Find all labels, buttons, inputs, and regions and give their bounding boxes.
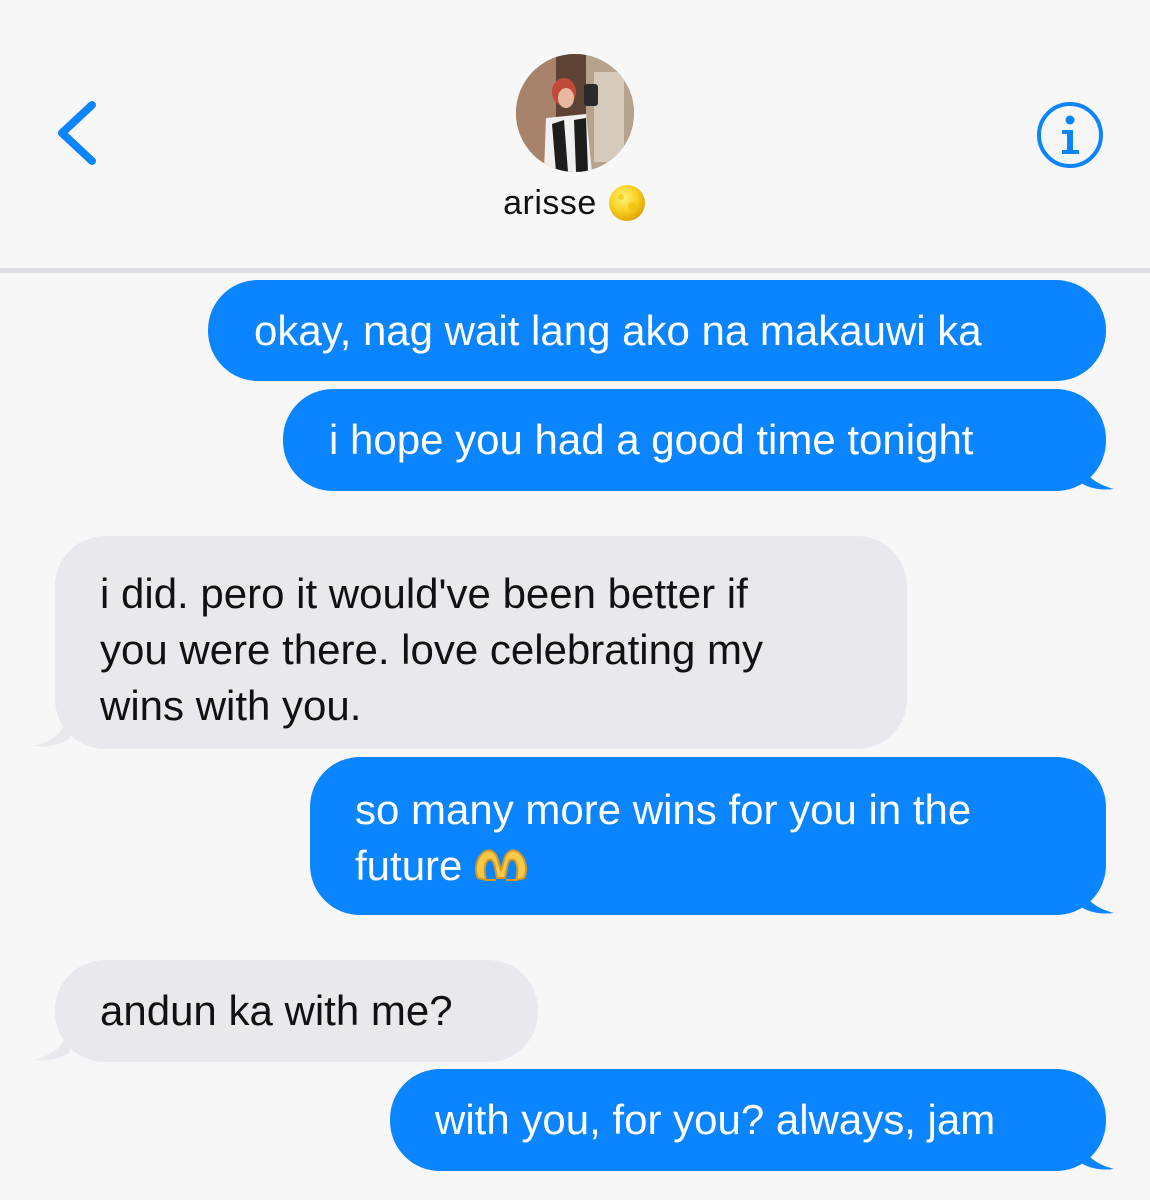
info-button[interactable] [1035,100,1105,170]
message-text: andun ka with me? [100,987,453,1034]
message-line: so many more wins for you in the [355,786,972,833]
back-button[interactable] [48,95,118,175]
message-line: you were there. love celebrating my [100,626,763,673]
message-text: with you, for you? always, jam [435,1096,996,1143]
message-bubble-sent[interactable]: so many more wins for you in the future [310,757,1106,915]
heart-hands-emoji-icon [475,849,528,882]
message-line-with-emoji: future [355,838,1061,894]
bubble-tail [1078,1133,1114,1170]
message-bubble-received[interactable]: i did. pero it would've been better if y… [55,536,907,749]
header-divider [0,268,1150,273]
conversation-header: arisse [0,0,1150,270]
contact-name: arisse [503,183,597,222]
bubble-tail [34,1024,70,1061]
contact-name-row[interactable]: arisse [0,183,1150,233]
contact-avatar[interactable] [516,54,634,172]
message-text: okay, nag wait lang ako na makauwi ka [254,307,982,354]
message-line: i did. pero it would've been better if [100,570,748,617]
message-bubble-sent[interactable]: with you, for you? always, jam [390,1069,1106,1171]
bubble-tail [1078,877,1114,914]
bubble-tail [34,710,70,747]
message-line: future [355,842,463,889]
message-text: i hope you had a good time tonight [329,416,974,463]
info-icon [1037,102,1103,168]
message-bubble-received[interactable]: andun ka with me? [55,960,538,1062]
yellow-circle-emoji-icon [608,185,645,221]
message-bubble-sent[interactable]: okay, nag wait lang ako na makauwi ka [208,280,1106,381]
message-bubble-sent[interactable]: i hope you had a good time tonight [283,389,1106,491]
avatar-photo [516,54,634,172]
chevron-left-icon [58,101,96,165]
message-line: wins with you. [100,682,362,729]
bubble-tail [1078,453,1114,490]
